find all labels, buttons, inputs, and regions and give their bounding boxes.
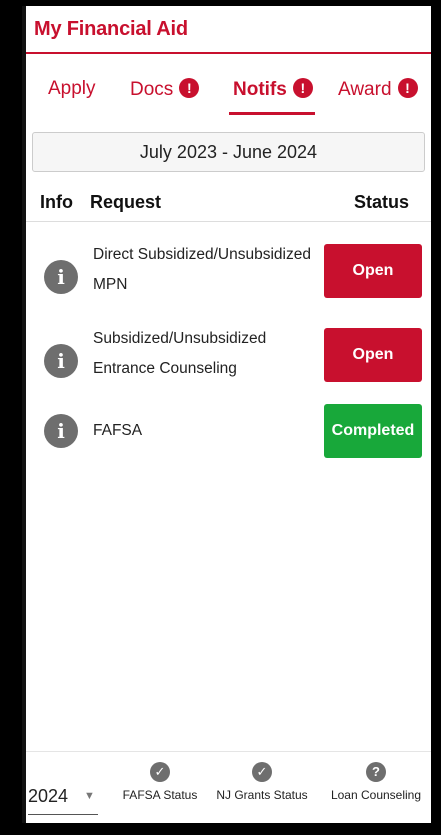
tab-notifs[interactable]: Notifs! [229,78,315,115]
request-line: MPN [93,276,128,293]
request-name: Subsidized/Unsubsidized Entrance Counsel… [93,324,323,384]
nav-fafsa-status[interactable]: ✓ FAFSA Status [118,762,202,802]
table-row: i Direct Subsidized/Unsubsidized MPN Ope… [26,240,431,306]
question-circle-icon: ? [366,762,386,782]
bottom-bar: 2024 ▼ ✓ FAFSA Status ✓ NJ Grants Status… [26,751,431,824]
column-header-info: Info [40,192,73,212]
app-window: My Financial Aid Apply Docs! Notifs! Awa… [22,6,431,823]
nav-label: NJ Grants Status [216,788,308,802]
tab-label: Docs [130,79,174,100]
info-icon[interactable]: i [44,344,78,378]
table-row: i FAFSA Completed [26,404,431,460]
alert-icon: ! [292,78,313,98]
year-dropdown-value: 2024 [28,786,69,806]
tab-docs[interactable]: Docs! [130,78,200,101]
column-header-status: Status [354,192,410,212]
alert-icon: ! [397,78,418,98]
status-button[interactable]: Open [324,244,422,298]
tab-label: Notifs [233,79,287,100]
tab-apply[interactable]: Apply [48,78,96,100]
request-line: Entrance Counseling [93,360,237,377]
award-year-selector[interactable]: July 2023 - June 2024 [32,132,425,172]
request-line: FAFSA [93,422,143,439]
info-icon[interactable]: i [44,414,78,448]
year-dropdown[interactable]: 2024 ▼ [28,780,98,815]
app-header: My Financial Aid [26,6,431,54]
nav-label: FAFSA Status [122,788,198,802]
tab-bar: Apply Docs! Notifs! Award! [26,70,431,120]
check-circle-icon: ✓ [150,762,170,782]
request-line: Subsidized/Unsubsidized [93,330,267,347]
status-button[interactable]: Open [324,328,422,382]
nav-label: Loan Counseling [330,788,422,802]
check-circle-icon: ✓ [252,762,272,782]
column-header-request: Request [90,192,162,212]
request-line: Direct Subsidized/Unsubsidized [93,246,311,263]
table-header: Info Request Status [26,182,431,222]
request-name: FAFSA [93,416,323,446]
page-title: My Financial Aid [34,18,188,40]
nav-loan-counseling[interactable]: ? Loan Counseling [324,762,428,802]
nav-nj-grants-status[interactable]: ✓ NJ Grants Status [210,762,314,802]
table-row: i Subsidized/Unsubsidized Entrance Couns… [26,324,431,390]
tab-label: Apply [48,78,96,99]
tab-label: Award [338,79,392,100]
chevron-down-icon: ▼ [84,790,95,802]
alert-icon: ! [179,78,200,98]
status-button[interactable]: Completed [324,404,422,458]
info-icon[interactable]: i [44,260,78,294]
request-name: Direct Subsidized/Unsubsidized MPN [93,240,323,300]
tab-award[interactable]: Award! [338,78,418,101]
